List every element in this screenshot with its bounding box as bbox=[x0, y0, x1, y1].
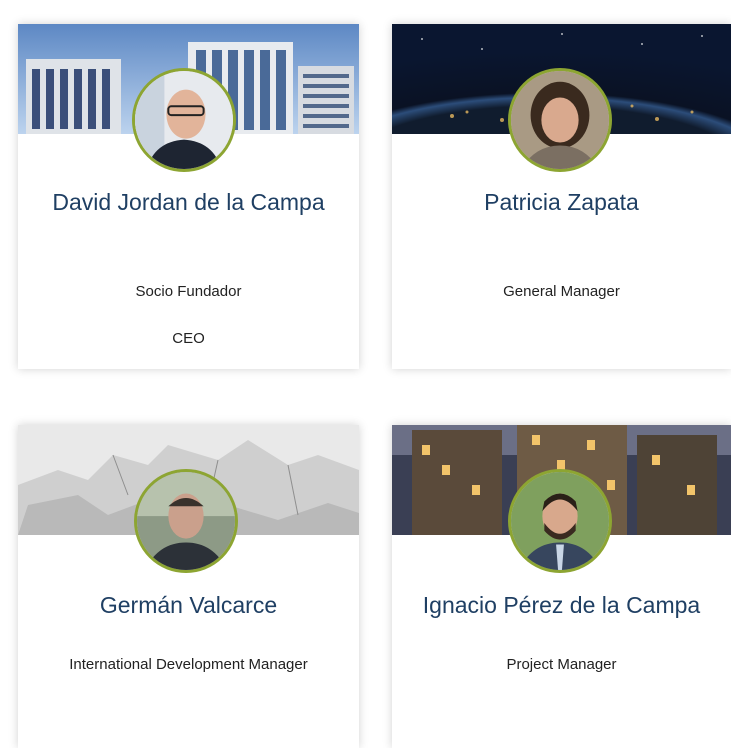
member-role: General Manager bbox=[503, 283, 620, 300]
avatar-patricia bbox=[508, 68, 612, 172]
team-card-german: Germán Valcarce International Developmen… bbox=[18, 425, 359, 748]
member-name: Germán Valcarce bbox=[99, 592, 278, 618]
member-name: Patricia Zapata bbox=[484, 189, 639, 215]
team-card-patricia: Patricia Zapata General Manager bbox=[392, 24, 731, 369]
avatar-german bbox=[134, 469, 238, 573]
team-card-ignacio: Ignacio Pérez de la Campa Project Manage… bbox=[392, 425, 731, 748]
member-role: Project Manager bbox=[506, 656, 617, 673]
member-name: David Jordan de la Campa bbox=[52, 189, 325, 215]
team-card-david: David Jordan de la Campa Socio Fundador … bbox=[18, 24, 359, 369]
member-name: Ignacio Pérez de la Campa bbox=[422, 592, 701, 618]
avatar-david bbox=[132, 68, 236, 172]
avatar-ignacio bbox=[508, 469, 612, 573]
member-role: CEO bbox=[172, 330, 205, 347]
member-role: International Development Manager bbox=[69, 656, 308, 673]
member-role: Socio Fundador bbox=[135, 283, 242, 300]
